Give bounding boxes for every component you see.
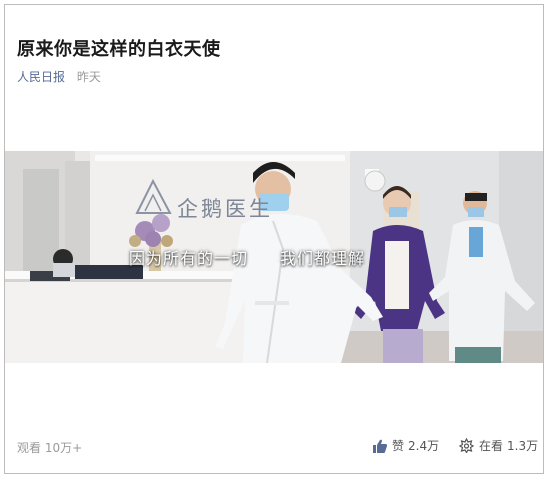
video-subtitle: 因为所有的一切 我们都理解 [129,245,365,269]
like-button[interactable]: 赞 2.4万 [373,437,439,454]
watching-label: 在看 [479,439,504,453]
video-player[interactable]: 企鹅医生 因为所有的一切 我们都理解 [5,151,543,363]
watching-count: 1.3万 [507,439,539,453]
view-count: 观看 10万+ [17,441,83,455]
like-label: 赞 [392,439,405,453]
video-subtitle-part2: 我们都理解 [280,249,366,268]
article-card[interactable]: 原来你是这样的白衣天使 人民日报 昨天 企鹅医生 因为所有的一切 我们都理解 观… [4,4,544,474]
like-count: 2.4万 [408,439,440,453]
wow-flower-icon [459,438,474,453]
article-title[interactable]: 原来你是这样的白衣天使 [17,35,221,61]
article-time: 昨天 [76,70,101,84]
article-meta: 人民日报 昨天 [17,68,101,85]
video-subtitle-part1: 因为所有的一切 [129,249,249,268]
clinic-logo-text: 企鹅医生 [177,197,273,221]
article-source[interactable]: 人民日报 [17,70,65,84]
watching-button[interactable]: 在看 1.3万 [459,437,538,454]
thumbs-up-icon [373,439,387,453]
